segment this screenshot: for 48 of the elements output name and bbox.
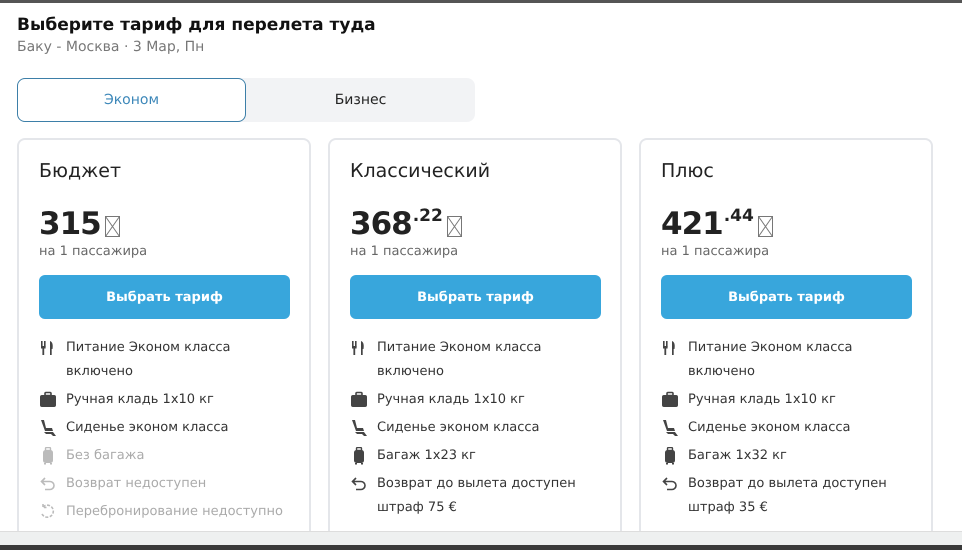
fare-feature: Багаж 1x23 кг <box>377 447 477 465</box>
fare-feature: Ручная кладь 1x10 кг <box>688 391 837 409</box>
class-tab[interactable]: Бизнес <box>246 78 475 122</box>
seat-icon <box>39 419 57 437</box>
briefcase-icon <box>661 391 679 409</box>
fare-feature: Перебронирование недоступно <box>66 503 284 521</box>
fare-feature: Питание Эконом класса включено <box>66 339 232 381</box>
missing-glyph-icon <box>758 216 773 237</box>
missing-glyph-icon <box>104 216 120 237</box>
select-fare-button[interactable]: Выбрать тариф <box>661 275 912 319</box>
per-passenger-note: на 1 пассажира <box>39 244 148 259</box>
fare-feature: Питание Эконом класса включено <box>377 339 543 381</box>
fare-feature: Без багажа <box>66 447 146 465</box>
fare-price: 368 <box>350 206 412 242</box>
per-passenger-note: на 1 пассажира <box>661 244 770 259</box>
fare-feature: Ручная кладь 1x10 кг <box>66 391 215 409</box>
scrollbar[interactable] <box>0 531 962 545</box>
return-arrow-icon <box>39 475 57 493</box>
briefcase-icon <box>350 391 368 409</box>
page-title: Выберите тариф для перелета туда <box>17 15 377 35</box>
select-fare-button[interactable]: Выбрать тариф <box>39 275 290 319</box>
fare-feature: Багаж 1x32 кг <box>688 447 788 465</box>
fare-feature: Возврат до вылета доступен штраф 75 € <box>377 475 577 517</box>
return-arrow-icon <box>350 475 368 493</box>
return-arrow-icon <box>661 475 679 493</box>
seat-icon <box>661 419 679 437</box>
class-tab[interactable]: Эконом <box>17 78 246 122</box>
fare-name: Бюджет <box>39 160 122 182</box>
fare-feature: Сиденье эконом класса <box>688 419 852 437</box>
missing-glyph-icon <box>446 216 462 237</box>
price-cents: .44 <box>724 206 754 226</box>
fare-feature: Возврат до вылета доступен штраф 35 € <box>688 475 888 517</box>
rebook-arrow-icon <box>39 503 57 521</box>
fare-feature: Возврат недоступен <box>66 475 208 493</box>
route-subtitle: Баку - Москва · 3 Мар, Пн <box>17 39 206 55</box>
fare-feature: Сиденье эконом класса <box>377 419 541 437</box>
fare-feature: Ручная кладь 1x10 кг <box>377 391 526 409</box>
fare-feature: Сиденье эконом класса <box>66 419 230 437</box>
per-passenger-note: на 1 пассажира <box>350 244 460 259</box>
seat-icon <box>350 419 368 437</box>
fare-price: 421 <box>661 206 723 242</box>
briefcase-icon <box>39 391 57 409</box>
fare-feature: Питание Эконом класса включено <box>688 339 854 381</box>
price-cents: .22 <box>412 206 443 226</box>
fare-name: Плюс <box>661 160 715 182</box>
fare-price: 315 <box>39 206 101 242</box>
select-fare-button[interactable]: Выбрать тариф <box>350 275 601 319</box>
fare-name: Классический <box>350 160 492 182</box>
